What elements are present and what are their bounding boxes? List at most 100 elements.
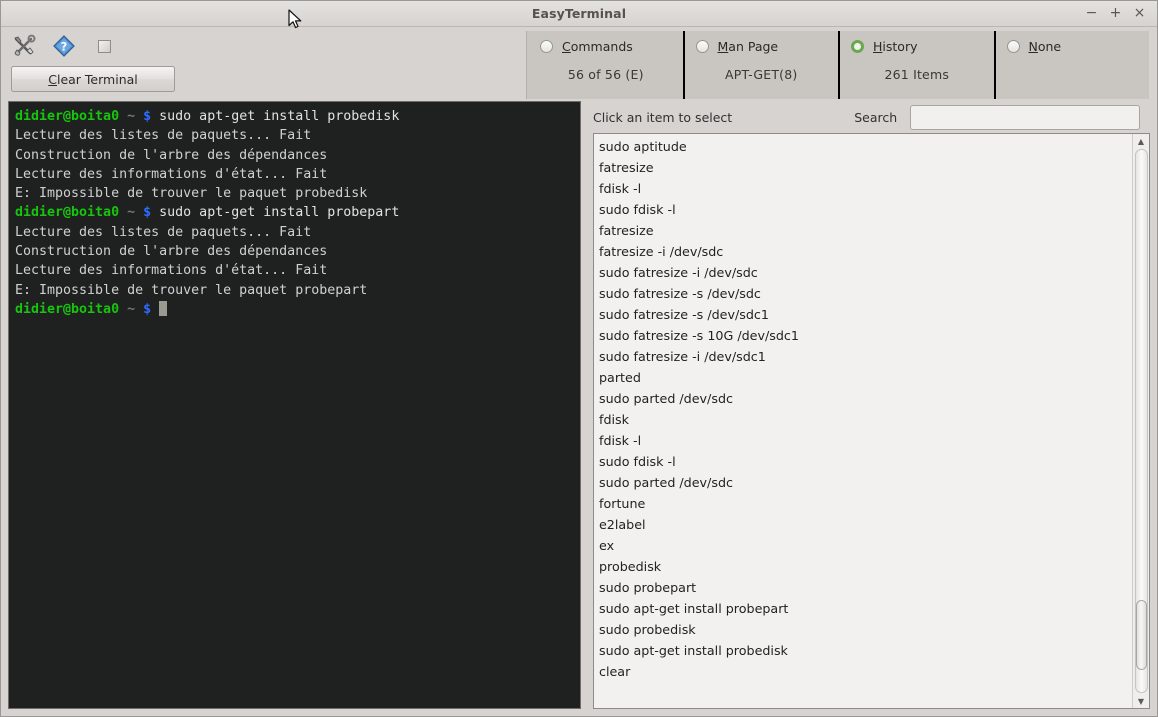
toolbar: ? Clear Terminal (1, 27, 526, 101)
radio-commands-icon[interactable] (540, 40, 553, 53)
history-scrollbar[interactable]: ▲ ▼ (1132, 134, 1149, 708)
list-item[interactable]: clear (594, 661, 1132, 682)
close-button[interactable]: × (1133, 7, 1146, 20)
radio-none-icon[interactable] (1007, 40, 1020, 53)
list-item[interactable]: sudo fatresize -i /dev/sdc1 (594, 346, 1132, 367)
search-label: Search (854, 110, 897, 125)
minimize-button[interactable]: − (1085, 7, 1098, 20)
terminal-output-line: Construction de l'arbre des dépendances (15, 242, 580, 261)
list-item[interactable]: sudo aptitude (594, 136, 1132, 157)
terminal-cursor (159, 301, 167, 316)
easyterminal-window: EasyTerminal − + × (0, 0, 1158, 717)
terminal-text: E: Impossible de trouver le paquet probe… (15, 186, 367, 201)
list-item[interactable]: sudo fdisk -l (594, 451, 1132, 472)
terminal-user: didier@boita0 (15, 109, 119, 124)
scrollbar-track[interactable] (1135, 149, 1148, 693)
radio-history-icon[interactable] (851, 40, 864, 53)
history-list[interactable]: sudo aptitudefatresizefdisk -lsudo fdisk… (594, 134, 1132, 708)
clear-terminal-button[interactable]: Clear Terminal (11, 66, 175, 92)
list-item[interactable]: sudo fatresize -s 10G /dev/sdc1 (594, 325, 1132, 346)
selection-hint: Click an item to select (593, 110, 732, 125)
tools-icon[interactable] (11, 33, 37, 59)
terminal-cwd: ~ (127, 205, 135, 220)
terminal-prompt-line: didier@boita0 ~ $ (15, 300, 580, 319)
search-input[interactable] (910, 105, 1140, 130)
mode-man-page-count: APT-GET(8) (685, 67, 839, 82)
history-list-panel: sudo aptitudefatresizefdisk -lsudo fdisk… (593, 133, 1150, 709)
terminal-prompt-symbol: $ (143, 109, 151, 124)
list-item[interactable]: sudo parted /dev/sdc (594, 472, 1132, 493)
list-item[interactable]: sudo fatresize -i /dev/sdc (594, 262, 1132, 283)
radio-man-page-icon[interactable] (696, 40, 709, 53)
title-bar: EasyTerminal − + × (1, 1, 1157, 27)
mode-none-label: None (1029, 39, 1062, 54)
svg-text:?: ? (61, 40, 68, 54)
list-item[interactable]: fortune (594, 493, 1132, 514)
terminal-output-line: E: Impossible de trouver le paquet probe… (15, 184, 580, 203)
terminal-prompt-line: didier@boita0 ~ $ sudo apt-get install p… (15, 203, 580, 222)
terminal-output-line: Lecture des informations d'état... Fait (15, 165, 580, 184)
terminal-output-line: Lecture des listes de paquets... Fait (15, 223, 580, 242)
scroll-down-arrow-icon[interactable]: ▼ (1133, 694, 1149, 708)
list-item[interactable]: fdisk -l (594, 178, 1132, 199)
terminal-output-line: Lecture des informations d'état... Fait (15, 261, 580, 280)
terminal-text: Construction de l'arbre des dépendances (15, 244, 327, 259)
mode-history-count: 261 Items (840, 67, 994, 82)
list-item[interactable]: fatresize (594, 220, 1132, 241)
scroll-up-arrow-icon[interactable]: ▲ (1133, 134, 1149, 148)
mode-man-page-row: Man Page (685, 39, 839, 54)
terminal-command: sudo apt-get install probepart (159, 205, 399, 220)
list-item[interactable]: fatresize -i /dev/sdc (594, 241, 1132, 262)
mode-option-commands[interactable]: Commands 56 of 56 (E) (527, 31, 685, 99)
list-item[interactable]: sudo probepart (594, 577, 1132, 598)
list-item[interactable]: sudo apt-get install probepart (594, 598, 1132, 619)
list-item[interactable]: sudo fatresize -s /dev/sdc1 (594, 304, 1132, 325)
mode-option-man-page[interactable]: Man Page APT-GET(8) (685, 31, 841, 99)
mode-commands-row: Commands (529, 39, 683, 54)
terminal-prompt-symbol: $ (143, 205, 151, 220)
selection-panel-header: Click an item to select Search (588, 101, 1150, 133)
list-item[interactable]: sudo apt-get install probedisk (594, 640, 1132, 661)
list-item[interactable]: fdisk -l (594, 430, 1132, 451)
list-item[interactable]: sudo fatresize -s /dev/sdc (594, 283, 1132, 304)
mode-none-row: None (996, 39, 1150, 54)
terminal-text: Lecture des informations d'état... Fait (15, 263, 327, 278)
mode-commands-label: Commands (562, 39, 633, 54)
list-item[interactable]: parted (594, 367, 1132, 388)
top-area: ? Clear Terminal Commands 56 of 56 (E) (1, 27, 1157, 101)
list-item[interactable]: sudo fdisk -l (594, 199, 1132, 220)
list-item[interactable]: sudo parted /dev/sdc (594, 388, 1132, 409)
mode-commands-count: 56 of 56 (E) (529, 67, 683, 82)
list-item[interactable]: ex (594, 535, 1132, 556)
terminal-text: E: Impossible de trouver le paquet probe… (15, 283, 367, 298)
main-body: didier@boita0 ~ $ sudo apt-get install p… (1, 101, 1157, 716)
list-item[interactable]: probedisk (594, 556, 1132, 577)
terminal-text: Lecture des informations d'état... Fait (15, 167, 327, 182)
selection-panel: Click an item to select Search sudo apti… (588, 101, 1150, 709)
help-icon[interactable]: ? (51, 33, 77, 59)
terminal-text: Construction de l'arbre des dépendances (15, 148, 327, 163)
terminal-text: Lecture des listes de paquets... Fait (15, 128, 311, 143)
toolbar-icon-group: ? (11, 33, 117, 59)
list-item[interactable]: e2label (594, 514, 1132, 535)
terminal-cwd: ~ (127, 109, 135, 124)
terminal-panel[interactable]: didier@boita0 ~ $ sudo apt-get install p… (8, 101, 581, 709)
mode-history-label: History (873, 39, 917, 54)
list-item[interactable]: fatresize (594, 157, 1132, 178)
scrollbar-thumb[interactable] (1136, 600, 1147, 670)
terminal-text: Lecture des listes de paquets... Fait (15, 225, 311, 240)
mode-option-none[interactable]: None (996, 31, 1150, 99)
stop-square (98, 40, 111, 53)
maximize-button[interactable]: + (1109, 7, 1122, 20)
terminal-user: didier@boita0 (15, 205, 119, 220)
list-item[interactable]: fdisk (594, 409, 1132, 430)
mode-option-history[interactable]: History 261 Items (840, 31, 996, 99)
terminal-output-line: Lecture des listes de paquets... Fait (15, 126, 580, 145)
window-title: EasyTerminal (1, 6, 1157, 21)
stop-icon[interactable] (91, 33, 117, 59)
list-item[interactable]: sudo probedisk (594, 619, 1132, 640)
window-controls: − + × (1085, 7, 1157, 20)
clear-terminal-mnemonic: C (48, 72, 57, 87)
mode-radio-group: Commands 56 of 56 (E) Man Page APT-GET(8… (526, 31, 1149, 99)
terminal-command: sudo apt-get install probedisk (159, 109, 399, 124)
